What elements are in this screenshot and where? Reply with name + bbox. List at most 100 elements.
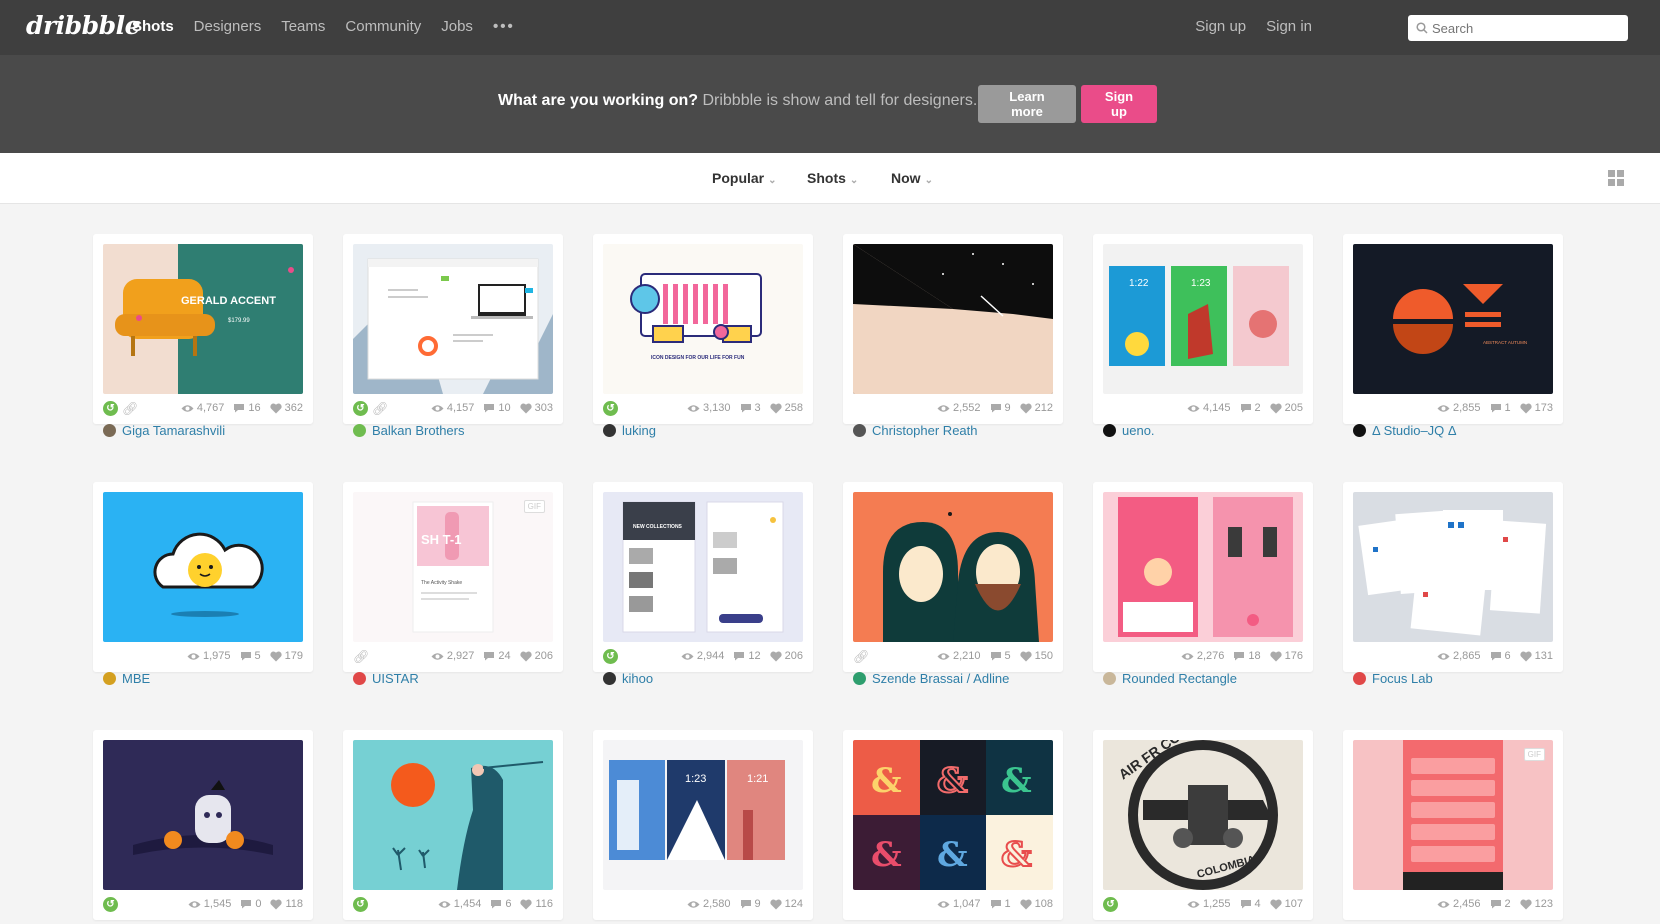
filter-shots[interactable]: Shots ⌄ — [807, 170, 858, 186]
shot-thumbnail[interactable] — [1103, 492, 1303, 642]
shot-thumbnail[interactable]: ICON DESIGN FOR OUR LIFE FOR FUN — [603, 244, 803, 394]
more-menu-icon[interactable]: ••• — [493, 18, 515, 35]
shot-author[interactable]: Szende Brassai / Adline — [853, 671, 1009, 686]
nav-teams[interactable]: Teams — [281, 18, 325, 35]
shot-author[interactable]: Christopher Reath — [853, 423, 978, 438]
rebound-icon[interactable]: ↺ — [1103, 897, 1118, 912]
shot-author[interactable]: Rounded Rectangle — [1103, 671, 1237, 686]
attachment-link-icon[interactable]: 🔗︎ — [122, 401, 139, 416]
filter-now[interactable]: Now ⌄ — [891, 170, 933, 186]
shot-card[interactable]: GERALD ACCENT $179.99 ↺ 🔗︎ 4,767 16 362 — [93, 234, 313, 424]
promo-signup-button[interactable]: Sign up — [1081, 85, 1157, 123]
shot-author[interactable]: Δ Studio–JQ Δ — [1353, 423, 1457, 438]
shot-thumbnail[interactable] — [853, 492, 1053, 642]
shot-author[interactable]: Giga Tamarashvili — [103, 423, 225, 438]
signup-link[interactable]: Sign up — [1195, 18, 1246, 35]
shot-card[interactable]: NEW COLLECTIONS ↺ 2,944 12 206 — [593, 482, 813, 672]
likes-stat[interactable]: 173 — [1520, 402, 1553, 414]
nav-shots[interactable]: Shots — [132, 18, 174, 35]
shot-card[interactable]: 1:23 1:21 2,580 9 124 — [593, 730, 813, 920]
nav-designers[interactable]: Designers — [194, 18, 262, 35]
likes-stat[interactable]: 107 — [1270, 898, 1303, 910]
likes-stat[interactable]: 131 — [1520, 650, 1553, 662]
shot-thumbnail[interactable] — [1353, 492, 1553, 642]
shot-card[interactable]: 2,552 9 212 — [843, 234, 1063, 424]
likes-stat[interactable]: 124 — [770, 898, 803, 910]
shot-thumbnail[interactable] — [853, 244, 1053, 394]
shot-thumbnail[interactable] — [353, 740, 553, 890]
shot-thumbnail[interactable]: & & & & & & — [853, 740, 1053, 890]
shot-card[interactable]: GIF 2,456 2 123 — [1343, 730, 1563, 920]
likes-stat[interactable]: 118 — [270, 898, 303, 910]
nav-jobs[interactable]: Jobs — [441, 18, 473, 35]
dribbble-logo[interactable]: dribbble — [26, 11, 141, 40]
filter-popular[interactable]: Popular ⌄ — [712, 170, 777, 186]
likes-stat[interactable]: 205 — [1270, 402, 1303, 414]
shot-card[interactable]: ↺ 🔗︎ 4,157 10 303 — [343, 234, 563, 424]
shot-card[interactable]: 2,865 6 131 — [1343, 482, 1563, 672]
likes-stat[interactable]: 303 — [520, 402, 553, 414]
shot-card[interactable]: 1,975 5 179 — [93, 482, 313, 672]
likes-stat[interactable]: 206 — [520, 650, 553, 662]
likes-stat[interactable]: 179 — [270, 650, 303, 662]
comments-stat: 16 — [233, 402, 261, 414]
shot-author[interactable]: UISTAR — [353, 671, 419, 686]
learn-more-button[interactable]: Learn more — [978, 85, 1076, 123]
shot-card[interactable]: 🔗︎ 2,210 5 150 — [843, 482, 1063, 672]
shot-thumbnail[interactable] — [353, 244, 553, 394]
attachment-link-icon[interactable]: 🔗︎ — [353, 649, 370, 664]
grid-view-icon[interactable] — [1608, 170, 1624, 186]
attachment-link-icon[interactable]: 🔗︎ — [853, 649, 870, 664]
rebound-icon[interactable]: ↺ — [603, 649, 618, 664]
shot-card[interactable]: SH T-1 The Activity Shake GIF 🔗︎ 2,927 24 206 — [343, 482, 563, 672]
shot-stats: 2,456 2 123 — [1437, 898, 1553, 910]
shot-card[interactable]: 2,276 18 176 — [1093, 482, 1313, 672]
search-box[interactable] — [1408, 15, 1628, 41]
likes-stat[interactable]: 362 — [270, 402, 303, 414]
shot-card[interactable]: ICON DESIGN FOR OUR LIFE FOR FUN ↺ 3,130 3 2… — [593, 234, 813, 424]
rebound-icon[interactable]: ↺ — [353, 401, 368, 416]
likes-stat[interactable]: 150 — [1020, 650, 1053, 662]
likes-count: 118 — [285, 898, 303, 910]
likes-count: 179 — [284, 650, 303, 662]
shot-thumbnail[interactable]: 1:23 1:21 — [603, 740, 803, 890]
shot-card[interactable]: ABSTRACT AUTUMN 2,855 1 173 — [1343, 234, 1563, 424]
shot-thumbnail[interactable]: GIF — [1353, 740, 1553, 890]
shot-thumbnail[interactable]: AIR FR COFFEECOLOMBIA — [1103, 740, 1303, 890]
shot-author[interactable]: ueno. — [1103, 423, 1155, 438]
rebound-icon[interactable]: ↺ — [603, 401, 618, 416]
shot-author[interactable]: Balkan Brothers — [353, 423, 465, 438]
likes-stat[interactable]: 123 — [1520, 898, 1553, 910]
shot-card[interactable]: & & & & & & 1,047 1 108 — [843, 730, 1063, 920]
shot-card[interactable]: ↺ 1,545 0 118 — [93, 730, 313, 920]
likes-stat[interactable]: 108 — [1020, 898, 1053, 910]
shot-author[interactable]: kihoo — [603, 671, 653, 686]
shot-card[interactable]: AIR FR COFFEECOLOMBIA ↺ 1,255 4 107 — [1093, 730, 1313, 920]
shot-thumbnail[interactable] — [103, 492, 303, 642]
attachment-link-icon[interactable]: 🔗︎ — [372, 401, 389, 416]
shot-thumbnail[interactable]: GERALD ACCENT $179.99 — [103, 244, 303, 394]
nav-community[interactable]: Community — [345, 18, 421, 35]
likes-stat[interactable]: 258 — [770, 402, 803, 414]
rebound-icon[interactable]: ↺ — [353, 897, 368, 912]
shot-author[interactable]: MBE — [103, 671, 150, 686]
avatar — [103, 424, 116, 437]
views-stat: 2,552 — [937, 402, 981, 414]
shot-author[interactable]: luking — [603, 423, 656, 438]
likes-stat[interactable]: 116 — [520, 898, 553, 910]
shot-thumbnail[interactable]: 1:22 1:23 — [1103, 244, 1303, 394]
shot-thumbnail[interactable] — [103, 740, 303, 890]
likes-stat[interactable]: 176 — [1270, 650, 1303, 662]
rebound-icon[interactable]: ↺ — [103, 401, 118, 416]
shot-thumbnail[interactable]: SH T-1 The Activity Shake GIF — [353, 492, 553, 642]
shot-thumbnail[interactable]: ABSTRACT AUTUMN — [1353, 244, 1553, 394]
search-input[interactable] — [1428, 19, 1624, 37]
shot-card[interactable]: ↺ 1,454 6 116 — [343, 730, 563, 920]
shot-author[interactable]: Focus Lab — [1353, 671, 1433, 686]
signin-link[interactable]: Sign in — [1266, 18, 1312, 35]
shot-thumbnail[interactable]: NEW COLLECTIONS — [603, 492, 803, 642]
likes-stat[interactable]: 212 — [1020, 402, 1053, 414]
shot-card[interactable]: 1:22 1:23 4,145 2 205 — [1093, 234, 1313, 424]
likes-stat[interactable]: 206 — [770, 650, 803, 662]
rebound-icon[interactable]: ↺ — [103, 897, 118, 912]
